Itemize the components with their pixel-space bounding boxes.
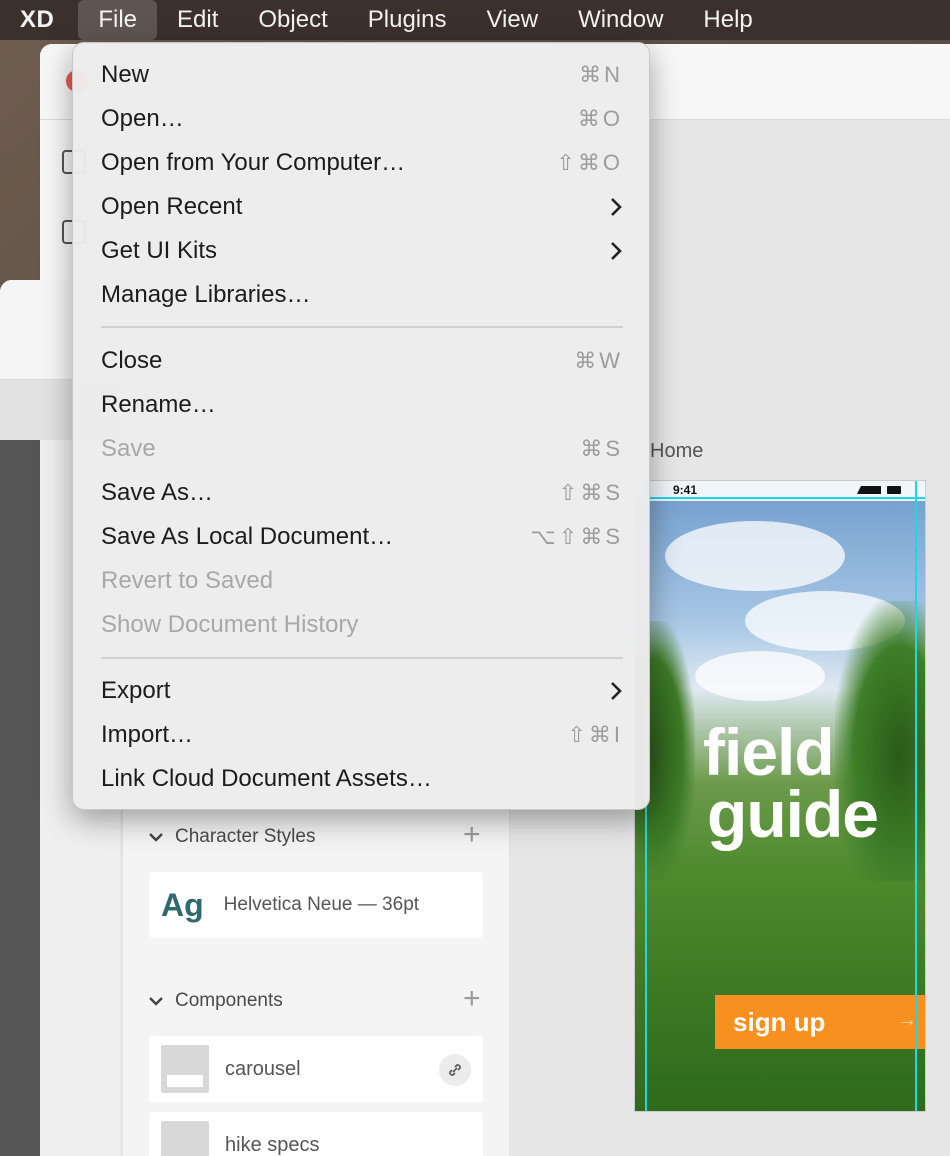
menu-item-label: Manage Libraries… — [101, 281, 311, 308]
cloud-shape — [665, 521, 845, 591]
component-thumbnail — [161, 1121, 209, 1156]
menu-object[interactable]: Object — [238, 0, 347, 40]
status-time: 9:41 — [673, 483, 698, 497]
character-styles-title: Character Styles — [175, 826, 316, 847]
menu-item-label: Link Cloud Document Assets… — [101, 765, 432, 792]
chevron-down-icon[interactable] — [149, 994, 163, 1008]
menu-item-open-from-computer[interactable]: Open from Your Computer… ⇧⌘O — [101, 143, 623, 183]
menu-plugins[interactable]: Plugins — [348, 0, 467, 40]
menu-item-shortcut: ⌘S — [580, 436, 623, 461]
menu-view[interactable]: View — [466, 0, 558, 40]
menu-item-link-cloud-assets[interactable]: Link Cloud Document Assets… — [101, 759, 623, 799]
add-character-style-icon[interactable]: + — [463, 820, 481, 850]
component-name: hike specs — [225, 1133, 320, 1156]
component-name: carousel — [225, 1057, 301, 1080]
char-style-sample: Ag — [161, 886, 204, 923]
menu-item-save-as[interactable]: Save As… ⇧⌘S — [101, 473, 623, 513]
components-header[interactable]: Components — [149, 986, 283, 1016]
side-window-dark-strip — [0, 440, 40, 1156]
hero-line-2: guide — [707, 777, 879, 851]
menu-item-shortcut: ⌘W — [574, 348, 623, 373]
sign-up-button[interactable]: sign up → — [715, 995, 925, 1049]
menu-window[interactable]: Window — [558, 0, 683, 40]
link-icon[interactable] — [439, 1054, 471, 1086]
char-style-meta: Helvetica Neue — 36pt — [223, 894, 420, 915]
menu-item-label: Save — [101, 435, 156, 462]
menu-item-label: Save As Local Document… — [101, 523, 394, 550]
menu-item-label: Export — [101, 677, 171, 704]
arrow-right-icon: → — [897, 1009, 917, 1031]
menu-item-rename[interactable]: Rename… — [101, 385, 623, 425]
menu-item-shortcut: ⇧⌘O — [556, 150, 623, 175]
menu-item-label: Show Document History — [101, 611, 359, 638]
menu-item-label: Open… — [101, 105, 184, 132]
menu-item-shortcut: ⌥⇧⌘S — [530, 524, 623, 549]
artboard-label[interactable]: Home — [650, 440, 703, 463]
battery-icon — [887, 486, 901, 494]
file-menu-dropdown: New ⌘N Open… ⌘O Open from Your Computer…… — [72, 42, 650, 810]
chevron-right-icon — [611, 198, 622, 216]
sign-up-label: sign up — [733, 1006, 826, 1037]
character-style-card[interactable]: Ag Helvetica Neue — 36pt — [149, 872, 483, 938]
menu-file[interactable]: File — [78, 0, 158, 40]
component-item[interactable]: hike specs — [149, 1112, 483, 1156]
menu-item-manage-libraries[interactable]: Manage Libraries… — [101, 275, 623, 315]
character-styles-header[interactable]: Character Styles — [149, 822, 315, 852]
menu-item-shortcut: ⌘O — [577, 106, 623, 131]
cloud-shape — [695, 651, 825, 701]
component-item[interactable]: carousel — [149, 1036, 483, 1102]
menu-item-revert-to-saved: Revert to Saved — [101, 561, 623, 601]
menu-item-label: Get UI Kits — [101, 237, 218, 264]
menu-separator — [101, 326, 623, 328]
layout-guide — [635, 497, 925, 499]
menu-item-label: Import… — [101, 721, 194, 748]
menu-item-get-ui-kits[interactable]: Get UI Kits — [101, 231, 623, 271]
add-component-icon[interactable]: + — [463, 984, 481, 1014]
chevron-right-icon — [611, 242, 622, 260]
artboard-home[interactable]: 9:41 field guide sign up → — [634, 480, 926, 1112]
chevron-right-icon — [611, 682, 622, 700]
menu-item-label: Open Recent — [101, 193, 243, 220]
menu-item-open-recent[interactable]: Open Recent — [101, 187, 623, 227]
app-menu-xd[interactable]: XD — [20, 6, 54, 34]
layout-guide — [915, 481, 917, 1111]
menu-item-show-document-history: Show Document History — [101, 605, 623, 645]
menu-item-label: New — [101, 61, 150, 88]
menu-item-label: Revert to Saved — [101, 567, 274, 594]
menu-bar: XD File Edit Object Plugins View Window … — [0, 0, 950, 40]
menu-item-save: Save ⌘S — [101, 429, 623, 469]
menu-item-label: Open from Your Computer… — [101, 149, 406, 176]
menu-item-close[interactable]: Close ⌘W — [101, 341, 623, 381]
menu-item-label: Close — [101, 347, 163, 374]
menu-help[interactable]: Help — [683, 0, 772, 40]
components-title: Components — [175, 990, 283, 1011]
menu-item-label: Save As… — [101, 479, 214, 506]
menu-item-label: Rename… — [101, 391, 216, 418]
assets-panel: Character Styles + Ag Helvetica Neue — 3… — [122, 790, 510, 1156]
menu-item-shortcut: ⇧⌘I — [567, 722, 623, 747]
menu-item-export[interactable]: Export — [101, 671, 623, 711]
menu-item-shortcut: ⇧⌘S — [558, 480, 623, 505]
menu-separator — [101, 657, 623, 659]
menu-item-open[interactable]: Open… ⌘O — [101, 99, 623, 139]
component-thumbnail — [161, 1045, 209, 1093]
signal-icon — [857, 486, 881, 494]
chevron-down-icon[interactable] — [149, 830, 163, 844]
hero-title: field guide — [703, 719, 879, 851]
menu-item-import[interactable]: Import… ⇧⌘I — [101, 715, 623, 755]
menu-edit[interactable]: Edit — [157, 0, 238, 40]
menu-item-save-as-local[interactable]: Save As Local Document… ⌥⇧⌘S — [101, 517, 623, 557]
menu-item-shortcut: ⌘N — [579, 62, 623, 87]
menu-item-new[interactable]: New ⌘N — [101, 55, 623, 95]
